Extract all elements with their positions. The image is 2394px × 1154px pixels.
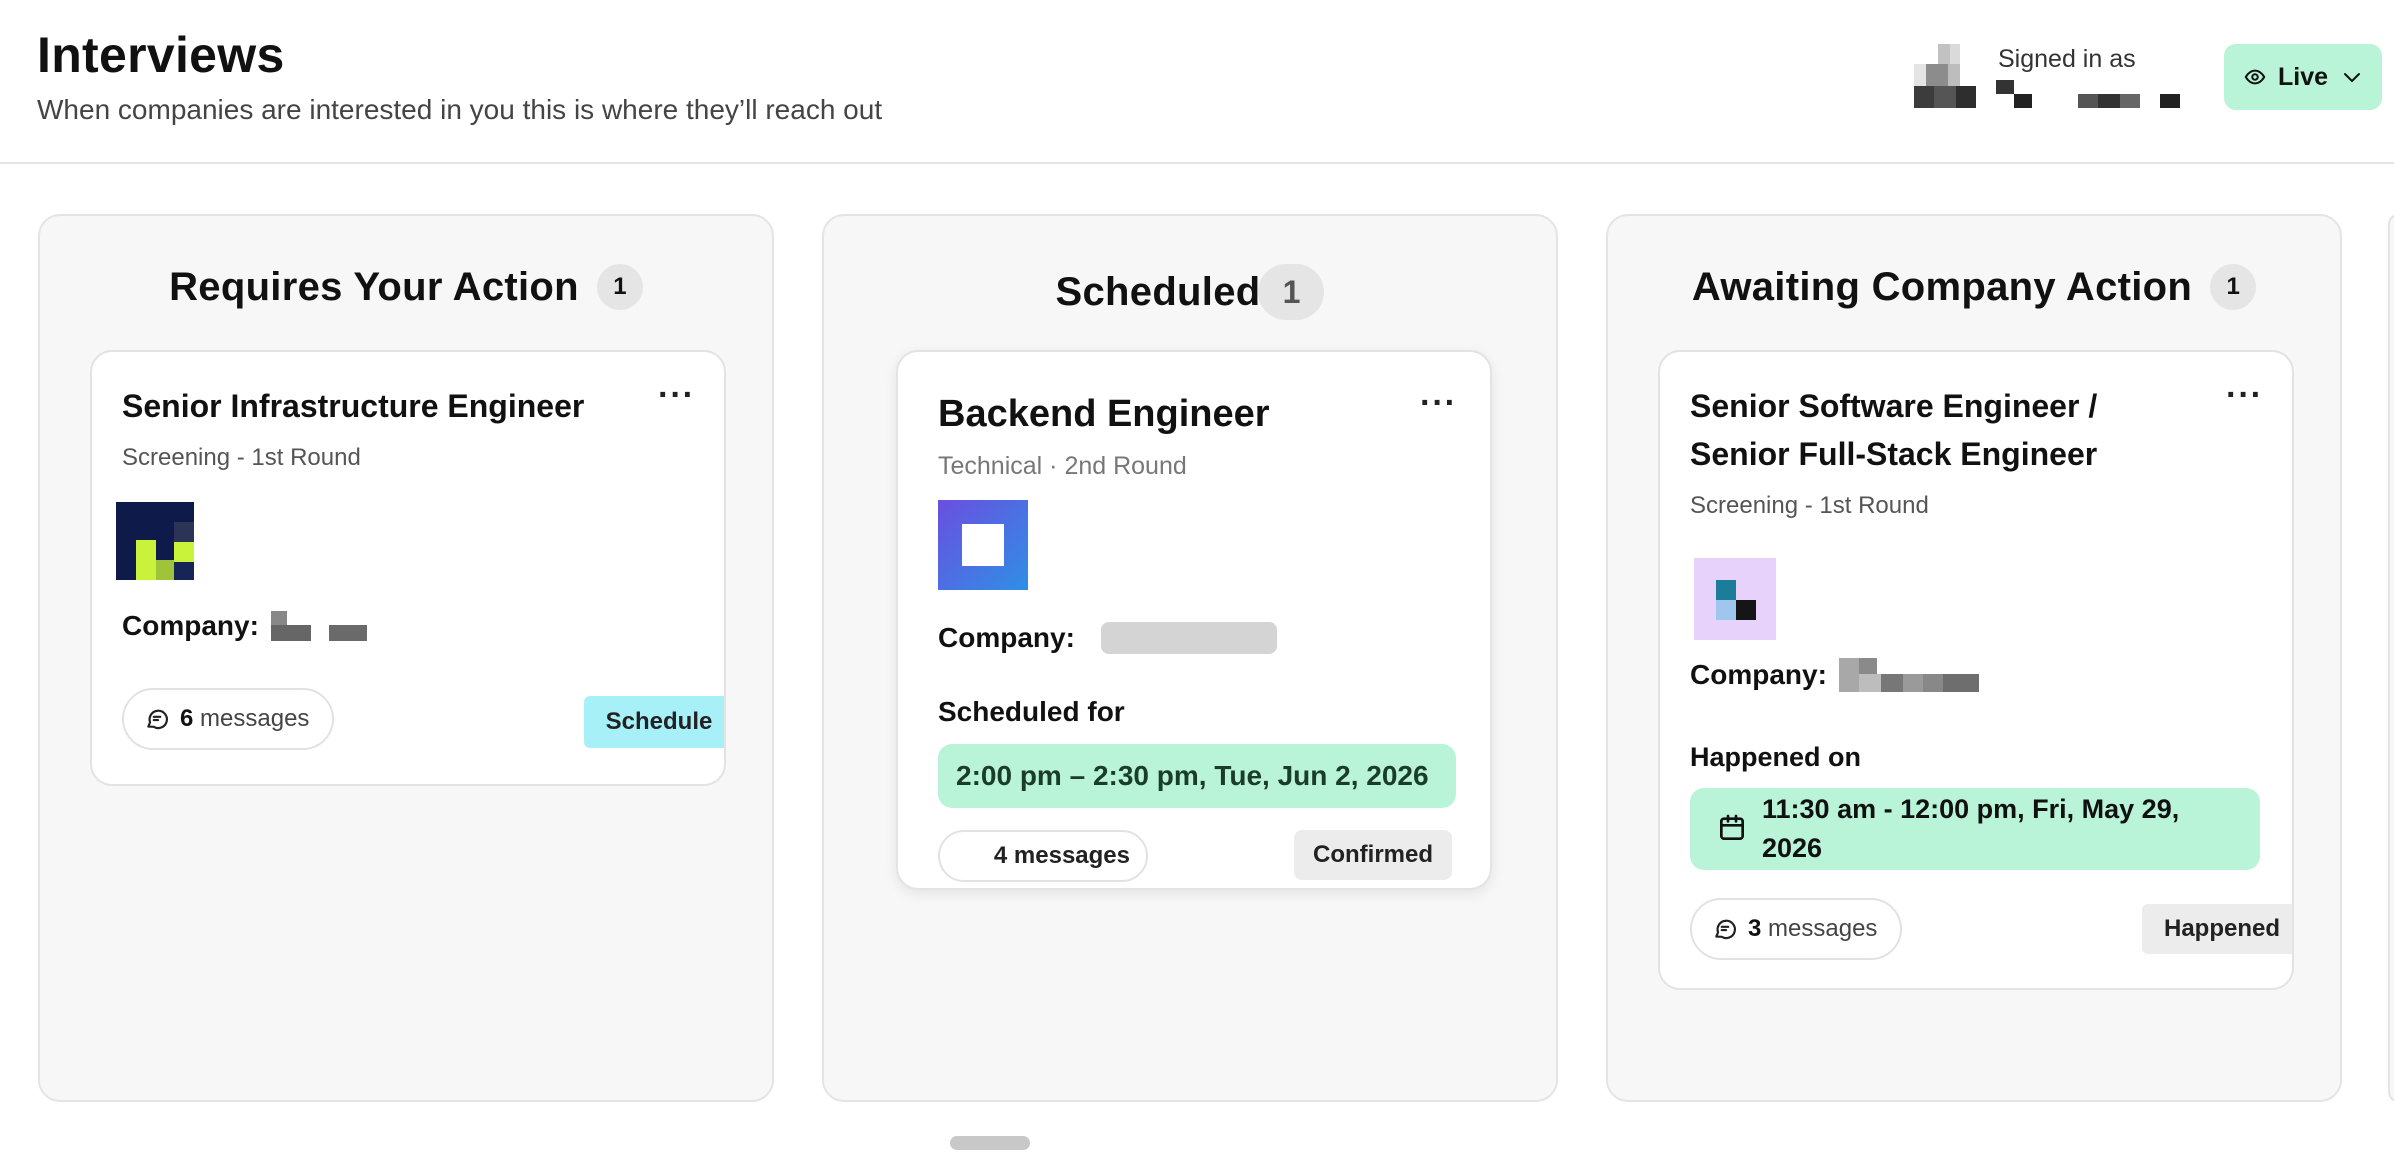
interview-stage: Technical · 2nd Round: [938, 452, 1187, 480]
more-options-icon[interactable]: ···: [658, 378, 695, 412]
status-badge-happened: Happened: [2142, 904, 2292, 954]
calendar-icon: [1720, 814, 1744, 840]
chat-bubble-icon: [1715, 919, 1736, 940]
company-logo: [1694, 558, 1776, 640]
column-header: Scheduled 1: [824, 264, 1556, 320]
page-subtitle: When companies are interested in you thi…: [37, 94, 883, 125]
chat-bubble-icon: [147, 709, 168, 730]
interview-card[interactable]: Senior Software Engineer / Senior Full-S…: [1658, 350, 2294, 990]
company-name-placeholder: [1100, 622, 1277, 654]
happened-on-label: Happened on: [1690, 742, 1862, 772]
user-avatar[interactable]: [1914, 44, 1976, 108]
happened-time-text: 11:30 am - 12:00 pm, Fri, May 29, 2026: [1762, 794, 2180, 863]
company-logo: [938, 500, 1028, 590]
column-awaiting-company-action: Awaiting Company Action 1 Senior Softwar…: [1606, 214, 2342, 1102]
interview-card[interactable]: Senior Infrastructure Engineer ··· Scree…: [90, 350, 726, 786]
company-label: Company:: [938, 622, 1075, 653]
happened-time: 11:30 am - 12:00 pm, Fri, May 29, 2026: [1690, 788, 2260, 870]
interview-card[interactable]: Backend Engineer ··· Technical · 2nd Rou…: [896, 350, 1492, 890]
more-options-icon[interactable]: ···: [1420, 386, 1457, 420]
eye-icon: [2244, 69, 2266, 85]
signed-in-username-redacted: [1996, 80, 2180, 108]
job-title-line: Senior Software Engineer /: [1690, 388, 2098, 424]
column-requires-your-action: Requires Your Action 1 Senior Infrastruc…: [38, 214, 774, 1102]
live-status-label: Live: [2278, 62, 2329, 91]
company-row: Company:: [1690, 658, 1979, 692]
scheduled-time: 2:00 pm – 2:30 pm, Tue, Jun 2, 2026: [938, 744, 1456, 808]
messages-button[interactable]: 4 messages: [938, 830, 1148, 882]
job-title-line: Senior Full-Stack Engineer: [1690, 436, 2098, 472]
horizontal-scrollbar[interactable]: [950, 1136, 1030, 1150]
job-title: Senior Software Engineer / Senior Full-S…: [1690, 382, 2097, 478]
page-header: Interviews When companies are interested…: [0, 0, 2394, 164]
column-header: Awaiting Company Action 1: [1608, 264, 2340, 310]
status-badge-confirmed: Confirmed: [1294, 830, 1452, 880]
column-title: Scheduled: [1055, 269, 1261, 314]
schedule-button[interactable]: Schedule: [584, 696, 724, 748]
company-row: Company:: [938, 622, 1277, 654]
messages-button[interactable]: 3 messages: [1690, 898, 1902, 960]
column-count-badge: 1: [596, 264, 643, 310]
company-label: Company:: [1690, 659, 1827, 690]
interview-stage: Screening - 1st Round: [1690, 492, 1929, 519]
column-title: Requires Your Action: [169, 264, 579, 309]
next-column-edge: [2388, 214, 2394, 1102]
company-label: Company:: [122, 610, 259, 641]
live-status-dropdown[interactable]: Live: [2224, 44, 2382, 110]
more-options-icon[interactable]: ···: [2226, 378, 2263, 412]
company-name-redacted: [270, 611, 367, 641]
interview-stage: Screening - 1st Round: [122, 444, 361, 471]
column-scheduled: Scheduled 1 Backend Engineer ··· Technic…: [822, 214, 1558, 1102]
job-title: Senior Infrastructure Engineer: [122, 388, 585, 424]
company-name-redacted: [1838, 658, 1979, 692]
scheduled-for-label: Scheduled for: [938, 696, 1125, 727]
messages-button[interactable]: 6 messages: [122, 688, 334, 750]
column-count-badge: 1: [1258, 264, 1325, 320]
signed-in-label: Signed in as: [1998, 45, 2136, 73]
company-row: Company:: [122, 610, 371, 642]
job-title: Backend Engineer: [938, 393, 1270, 435]
messages-label: 6 messages: [180, 705, 310, 732]
column-title: Awaiting Company Action: [1691, 264, 2193, 309]
chevron-down-icon: [2344, 73, 2361, 82]
column-count-badge: 1: [2210, 264, 2257, 310]
page-title: Interviews: [37, 27, 285, 83]
column-header: Requires Your Action 1: [40, 264, 772, 310]
company-logo: [116, 502, 194, 580]
messages-label: 3 messages: [1748, 915, 1878, 942]
